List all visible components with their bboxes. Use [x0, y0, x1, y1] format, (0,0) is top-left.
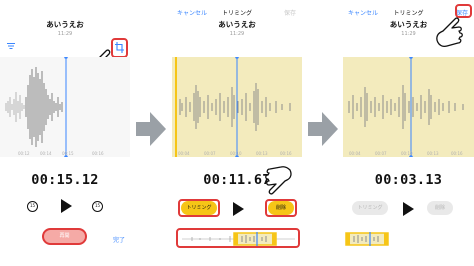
timeline-tick: 00:14	[40, 151, 52, 156]
skip-back-15-icon[interactable]: 15	[27, 201, 38, 212]
resume-button[interactable]: 再開	[42, 228, 87, 245]
trim-editor-panel: キャンセル トリミング 保存 あいうえお 11:29 00:04 00:07 0…	[172, 0, 302, 266]
recording-detail-panel: あいうえお 11:29 00:12 00:14 00:15 00:16 00:1…	[0, 0, 130, 266]
timeline-tick: 00:16	[451, 151, 463, 156]
trim-result-panel: キャンセル トリミング 保存 あいうえお 11:29 00:04 00:07 0…	[343, 0, 474, 266]
play-icon[interactable]	[403, 202, 414, 216]
recording-date: 11:29	[401, 31, 416, 37]
timeline-tick: 00:15	[62, 151, 74, 156]
nav-title: トリミング	[221, 10, 252, 17]
waveform	[175, 57, 291, 157]
timeline-tick: 00:13	[427, 151, 439, 156]
timeline-tick: 00:04	[349, 151, 361, 156]
timeline-ruler: 00:04 00:07 00:10 00:13 00:16	[343, 151, 474, 159]
arrow-right-icon	[136, 112, 166, 146]
play-icon[interactable]	[233, 202, 244, 216]
timeline-ruler: 00:12 00:14 00:15 00:16	[0, 151, 130, 159]
play-icon[interactable]	[61, 199, 72, 213]
recording-date: 11:29	[229, 31, 245, 37]
waveform-area[interactable]	[172, 57, 302, 157]
waveform	[348, 57, 464, 157]
waveform	[5, 57, 68, 157]
delete-button[interactable]: 削除	[427, 201, 453, 215]
overview-scrubber[interactable]	[345, 231, 389, 246]
delete-button[interactable]: 削除	[268, 201, 294, 215]
save-button[interactable]: 保存	[284, 8, 296, 17]
timeline-tick: 00:12	[18, 151, 30, 156]
recording-name: あいうえお	[389, 20, 428, 29]
current-time: 00:03.13	[374, 172, 443, 188]
waveform-area[interactable]	[343, 57, 474, 157]
timeline-ruler: 00:04 00:07 00:10 00:13 00:16	[172, 151, 302, 159]
timeline-tick: 00:13	[256, 151, 268, 156]
playback-controls: 15 15	[0, 197, 130, 217]
recording-name: あいうえお	[46, 20, 84, 29]
timeline-tick: 00:10	[230, 151, 242, 156]
timeline-tick: 00:07	[204, 151, 216, 156]
waveform-area[interactable]	[0, 57, 130, 157]
timeline-tick: 00:10	[401, 151, 413, 156]
trim-icon[interactable]	[115, 42, 124, 53]
trim-button[interactable]: トリミング	[352, 201, 388, 215]
timeline-tick: 00:16	[92, 151, 104, 156]
pointing-hand-icon	[265, 166, 292, 195]
timeline-tick: 00:04	[178, 151, 190, 156]
current-time: 00:15.12	[31, 172, 99, 188]
arrow-right-icon	[308, 112, 338, 146]
recording-date: 11:29	[57, 31, 73, 37]
timeline-tick: 00:07	[375, 151, 387, 156]
trim-button[interactable]: トリミング	[181, 201, 217, 215]
timeline-tick: 00:16	[280, 151, 292, 156]
recording-name: あいうえお	[218, 20, 256, 29]
overview-scrubber[interactable]	[180, 231, 297, 246]
filter-icon[interactable]	[7, 42, 15, 50]
skip-forward-15-icon[interactable]: 15	[92, 201, 103, 212]
nav-bar: キャンセル トリミング 保存	[172, 0, 302, 18]
done-button[interactable]: 完了	[113, 235, 125, 244]
